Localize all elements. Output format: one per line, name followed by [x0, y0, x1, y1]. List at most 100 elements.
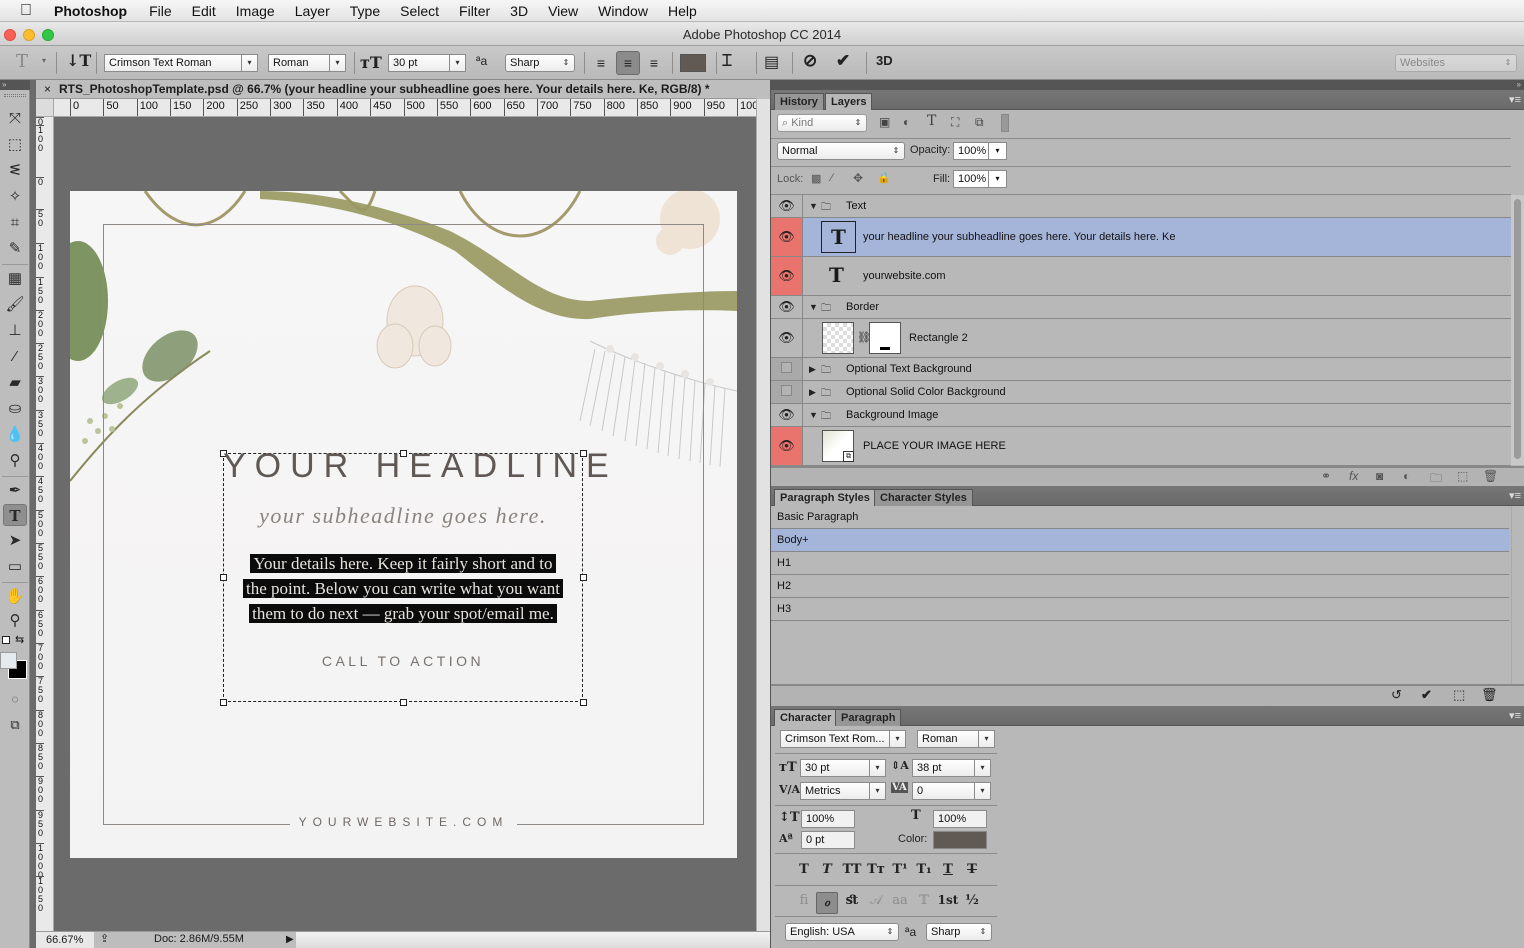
strikethrough-button[interactable]: T — [961, 862, 983, 877]
share-icon[interactable]: ⇪ — [100, 932, 109, 947]
align-center-icon[interactable]: ≡ — [616, 51, 640, 75]
expand-triangle-icon[interactable]: ▼ — [809, 410, 818, 420]
default-colors-icon[interactable] — [2, 636, 10, 644]
menu-view[interactable]: View — [548, 3, 578, 19]
char-kerning-dropdown[interactable]: Metrics ▾ — [800, 782, 886, 800]
type-tool-preset-icon[interactable]: T — [16, 51, 28, 72]
3d-extrusion-icon[interactable]: 3D — [876, 53, 893, 68]
char-antialias-dropdown[interactable]: Sharp ⇕ — [926, 923, 992, 941]
new-layer-icon[interactable]: ⬚ — [1457, 469, 1468, 483]
new-style-icon[interactable]: ⬚ — [1453, 687, 1465, 703]
warp-text-icon[interactable]: Ꮖ — [722, 51, 733, 71]
resize-handle[interactable] — [220, 699, 227, 706]
font-size-dropdown[interactable]: 30 pt ▾ — [388, 54, 466, 72]
visibility-eye-icon[interactable]: 👁 — [771, 257, 803, 295]
standard-ligatures-button[interactable]: ﬁ — [793, 893, 815, 908]
char-leading-dropdown[interactable]: 38 pt ▾ — [912, 759, 991, 777]
lock-transparent-pixels-icon[interactable]: ▩ — [811, 172, 821, 185]
collapse-triangle-icon[interactable]: ▶ — [809, 364, 816, 375]
style-item[interactable]: H2 — [771, 575, 1509, 598]
paint-bucket-tool-icon[interactable]: ⛀ — [3, 398, 27, 420]
style-item[interactable]: H3 — [771, 598, 1509, 621]
document-tab[interactable]: × RTS_PhotoshopTemplate.psd @ 66.7% (you… — [36, 80, 756, 99]
styles-scrollbar[interactable] — [1511, 506, 1524, 684]
filter-adjustment-icon[interactable]: ◐ — [903, 115, 910, 129]
status-menu-arrow-icon[interactable]: ▶ — [286, 932, 294, 947]
workspace-dropdown[interactable]: Websites ⇕ — [1395, 54, 1517, 72]
visibility-toggle-empty[interactable] — [771, 358, 803, 380]
delete-layer-icon[interactable]: 🗑 — [1483, 469, 1498, 483]
swash-button[interactable]: 𝒜 — [865, 893, 887, 908]
layer-row-optional-text-background[interactable]: ▶ 🗀 Optional Text Background — [771, 358, 1511, 381]
preset-dropdown-arrow-icon[interactable]: ▾ — [42, 56, 46, 65]
char-font-size-dropdown[interactable]: 30 pt ▾ — [800, 759, 886, 777]
visibility-eye-icon[interactable]: 👁 — [771, 296, 803, 318]
website-text[interactable]: YOURWEBSITE.COM — [290, 815, 517, 829]
canvas-area[interactable]: YOURWEBSITE.COM YOUR HEADLINE your subhe… — [54, 117, 756, 931]
visibility-eye-icon[interactable]: 👁 — [771, 195, 803, 217]
menu-file[interactable]: File — [149, 3, 172, 19]
cancel-edits-icon[interactable]: ⊘ — [803, 51, 817, 71]
vertical-scrollbar[interactable] — [756, 99, 770, 931]
layer-row-rectangle-2[interactable]: 👁 ⛓ Rectangle 2 — [771, 319, 1511, 358]
opacity-input[interactable]: 100% ▾ — [953, 142, 1007, 160]
filter-toggle-switch[interactable] — [1001, 114, 1009, 132]
visibility-toggle-empty[interactable] — [771, 381, 803, 403]
faux-italic-button[interactable]: T — [816, 862, 838, 877]
menu-photoshop[interactable]: Photoshop — [54, 3, 127, 19]
add-mask-icon[interactable]: ◙ — [1376, 469, 1383, 483]
crop-tool-icon[interactable]: ⌗ — [3, 212, 27, 234]
tab-paragraph-styles[interactable]: Paragraph Styles — [774, 489, 876, 506]
layer-row-optional-solid-color-background[interactable]: ▶ 🗀 Optional Solid Color Background — [771, 381, 1511, 404]
path-selection-tool-icon[interactable]: ➤ — [3, 530, 27, 552]
type-tool-icon[interactable]: T — [3, 504, 27, 526]
toolbox-grip[interactable] — [4, 94, 26, 97]
commit-override-icon[interactable]: ✔ — [1421, 687, 1432, 703]
hand-tool-icon[interactable]: ✋ — [3, 586, 27, 608]
layer-row-place-your-image[interactable]: 👁 ⧉ PLACE YOUR IMAGE HERE — [771, 427, 1511, 466]
menu-window[interactable]: Window — [598, 3, 648, 19]
panel-menu-icon[interactable]: ▾≡ — [1509, 489, 1521, 502]
delete-style-icon[interactable]: 🗑 — [1481, 687, 1498, 703]
dodge-tool-icon[interactable]: ⚲ — [3, 450, 27, 472]
expand-triangle-icon[interactable]: ▼ — [809, 201, 818, 211]
underline-button[interactable]: T — [937, 862, 959, 877]
eyedropper-tool-icon[interactable]: ✎ — [3, 238, 27, 260]
lasso-tool-icon[interactable]: ᓬ — [3, 160, 27, 182]
layer-row-website-text[interactable]: 👁 T yourwebsite.com — [771, 257, 1511, 296]
resize-handle[interactable] — [400, 699, 407, 706]
dock-collapse-icon[interactable]: » — [771, 80, 1524, 90]
zoom-level-field[interactable]: 66.67% — [36, 932, 94, 948]
char-horizontal-scale-input[interactable]: 100% — [933, 810, 987, 828]
small-caps-button[interactable]: Tт — [865, 862, 887, 877]
clear-override-icon[interactable]: ↺ — [1391, 687, 1402, 703]
filter-pixel-icon[interactable]: ▣ — [879, 115, 890, 129]
expand-triangle-icon[interactable]: ▼ — [809, 302, 818, 312]
menu-image[interactable]: Image — [236, 3, 275, 19]
tab-history[interactable]: History — [774, 93, 824, 110]
marquee-tool-icon[interactable]: ⬚ — [3, 134, 27, 156]
tab-paragraph[interactable]: Paragraph — [835, 709, 902, 726]
lock-image-pixels-icon[interactable]: ⁄ — [831, 172, 833, 184]
stylistic-alternates-button[interactable]: aa — [889, 893, 911, 908]
visibility-eye-icon[interactable]: 👁 — [771, 319, 803, 357]
filter-shape-icon[interactable]: ⛶ — [951, 115, 959, 130]
zoom-tool-icon[interactable]: ⚲ — [3, 610, 27, 632]
commit-edits-icon[interactable]: ✔ — [836, 51, 850, 71]
filter-smart-object-icon[interactable]: ⧉ — [975, 115, 984, 130]
contextual-alternates-button[interactable]: ℴ — [816, 892, 838, 914]
ordinals-button[interactable]: 1st — [935, 893, 961, 907]
align-right-icon[interactable]: ≡ — [644, 52, 664, 74]
apple-menu-icon[interactable]:  — [20, 2, 54, 20]
foreground-color-swatch[interactable] — [0, 652, 17, 669]
screen-mode-icon[interactable]: ⧉ — [3, 714, 27, 736]
menu-edit[interactable]: Edit — [192, 3, 216, 19]
fractions-button[interactable]: ½ — [961, 893, 983, 908]
character-panel-toggle-icon[interactable]: ▤ — [764, 52, 779, 72]
visibility-eye-icon[interactable]: 👁 — [771, 218, 803, 256]
visibility-eye-icon[interactable]: 👁 — [771, 404, 803, 426]
layer-row-border-group[interactable]: 👁 ▼ 🗀 Border — [771, 296, 1511, 319]
visibility-eye-icon[interactable]: 👁 — [771, 427, 803, 465]
char-font-family-dropdown[interactable]: Crimson Text Rom... ▾ — [780, 730, 906, 748]
details-text-selected[interactable]: Your details here. Keep it fairly short … — [220, 551, 586, 626]
